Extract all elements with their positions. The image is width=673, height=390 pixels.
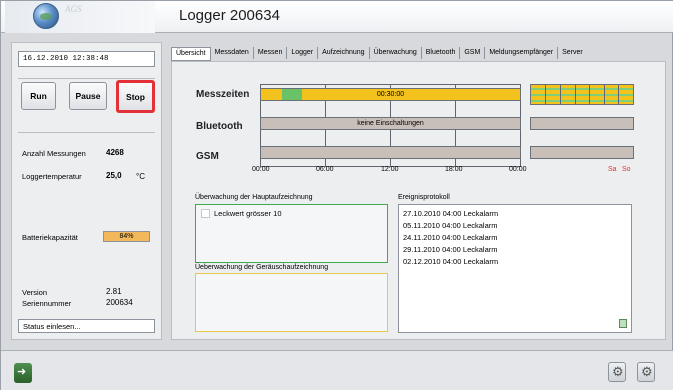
divider xyxy=(18,78,155,79)
run-button[interactable]: Run xyxy=(21,82,56,110)
time-tick: 12:00 xyxy=(381,166,399,173)
tab-strip: Übersicht Messdaten Messen Logger Aufzei… xyxy=(171,47,587,61)
pause-button[interactable]: Pause xyxy=(69,82,107,110)
version-label: Version xyxy=(22,288,48,297)
header: AGS Logger 200634 xyxy=(1,1,673,33)
logo: AGS xyxy=(5,1,155,33)
logo-word: AGS xyxy=(65,4,82,14)
tab-recording[interactable]: Aufzeichnung xyxy=(318,47,370,59)
time-tick: 00:00 xyxy=(252,166,270,173)
tab-bluetooth[interactable]: Bluetooth xyxy=(422,47,461,59)
messzeiten-bar: 00:30:00 xyxy=(260,88,521,101)
time-tick: 18:00 xyxy=(445,166,463,173)
serial-label: Seriennummer xyxy=(22,299,72,308)
datetime-field: 16.12.2010 12:38:48 xyxy=(18,51,155,67)
page-title: Logger 200634 xyxy=(179,7,280,24)
tab-measurement-data[interactable]: Messdaten xyxy=(211,47,254,59)
globe-icon xyxy=(33,3,59,29)
tab-measure[interactable]: Messen xyxy=(254,47,288,59)
tab-logger[interactable]: Logger xyxy=(287,47,319,59)
measurements-label: Anzahl Messungen xyxy=(22,149,86,158)
weekly-measurement-grid xyxy=(530,84,634,105)
status-read-button[interactable]: Status einlesen... xyxy=(18,319,155,333)
tab-recipients[interactable]: Meldungsempfänger xyxy=(485,47,559,59)
trash-icon[interactable] xyxy=(619,319,627,328)
serial-value: 200634 xyxy=(106,298,133,307)
tab-gsm[interactable]: GSM xyxy=(460,47,486,59)
event-log-title: Ereignisprotokoll xyxy=(398,194,450,201)
exit-icon[interactable] xyxy=(14,363,32,383)
time-tick: 06:00 xyxy=(316,166,334,173)
tab-server[interactable]: Server xyxy=(558,47,587,59)
row-label-gsm: GSM xyxy=(196,151,219,162)
list-item[interactable]: 05.11.2010 04:00 Leckalarm xyxy=(403,220,627,232)
weekly-gsm-box xyxy=(530,146,634,159)
list-item[interactable]: 24.11.2010 04:00 Leckalarm xyxy=(403,232,627,244)
row-label-bluetooth: Bluetooth xyxy=(196,121,243,132)
tab-monitoring[interactable]: Überwachung xyxy=(370,47,422,59)
row-label-messzeiten: Messzeiten xyxy=(196,89,250,100)
leak-threshold-label: Leckwert grösser 10 xyxy=(214,209,282,218)
weekly-gridline xyxy=(560,85,561,104)
app-window: AGS Logger 200634 16.12.2010 12:38:48 Ru… xyxy=(0,0,673,390)
temperature-unit: °C xyxy=(136,172,145,181)
list-item[interactable]: 29.11.2010 04:00 Leckalarm xyxy=(403,244,627,256)
noise-monitoring-title: Üeberwachung der Geräuschaufzeichnung xyxy=(195,264,329,271)
footer-bar xyxy=(1,350,673,390)
overview-panel: Messzeiten Bluetooth GSM 00:30:00 keine … xyxy=(171,61,666,340)
temperature-label: Loggertemperatur xyxy=(22,172,82,181)
weekly-gridline xyxy=(618,85,619,104)
stop-button[interactable]: Stop xyxy=(116,80,155,113)
event-log: 27.10.2010 04:00 Leckalarm 05.11.2010 04… xyxy=(398,204,632,333)
weekly-bluetooth-box xyxy=(530,117,634,130)
list-item[interactable]: 02.12.2010 04:00 Leckalarm xyxy=(403,256,627,268)
leak-threshold-checkbox[interactable] xyxy=(201,209,210,218)
weekday-sunday: So xyxy=(622,166,631,173)
measurement-marker xyxy=(282,89,302,100)
noise-monitoring-box xyxy=(195,273,388,332)
gear-icon[interactable] xyxy=(637,362,655,382)
temperature-value: 25,0 xyxy=(106,171,122,180)
divider xyxy=(18,132,155,133)
tab-overview[interactable]: Übersicht xyxy=(171,47,211,61)
left-panel: 16.12.2010 12:38:48 Run Pause Stop Anzah… xyxy=(11,42,162,340)
time-tick: 00:00 xyxy=(509,166,527,173)
battery-gauge: 84% xyxy=(103,231,150,242)
gear-icon[interactable] xyxy=(608,362,626,382)
gsm-bar xyxy=(260,146,521,159)
measurements-value: 4268 xyxy=(106,148,124,157)
list-item[interactable]: 27.10.2010 04:00 Leckalarm xyxy=(403,208,627,220)
version-value: 2.81 xyxy=(106,287,122,296)
weekly-gridline xyxy=(589,85,590,104)
bluetooth-bar: keine Einschaltungen xyxy=(260,117,521,130)
messzeiten-bar-text: 00:30:00 xyxy=(376,91,405,98)
weekly-gridline xyxy=(545,85,546,104)
main-monitoring-box: Leckwert grösser 10 xyxy=(195,204,388,263)
weekly-gridline xyxy=(575,85,576,104)
weekday-saturday: Sa xyxy=(608,166,617,173)
main-monitoring-title: Überwachung der Hauptaufzeichnung xyxy=(195,194,313,201)
battery-label: Batteriekapazität xyxy=(22,233,78,242)
weekly-gridline xyxy=(604,85,605,104)
